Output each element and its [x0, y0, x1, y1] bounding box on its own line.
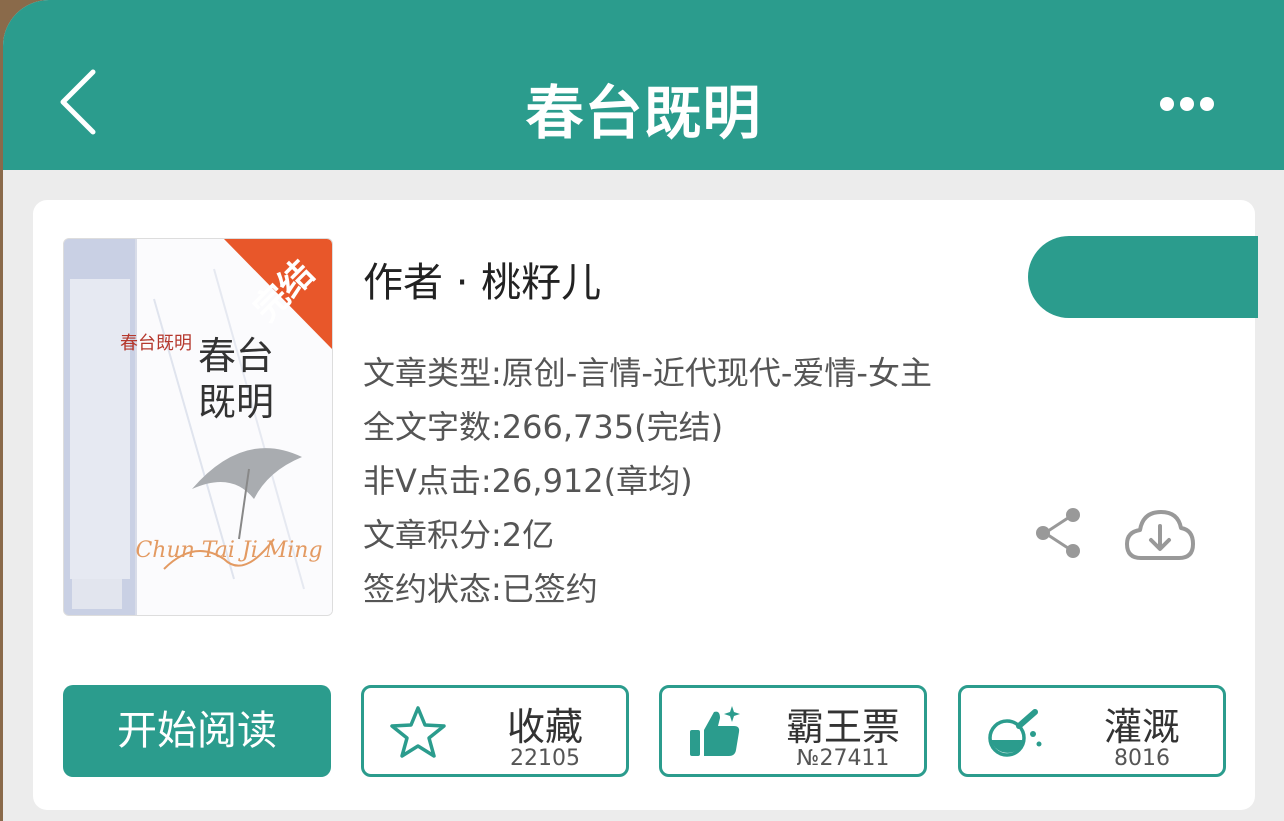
- more-dots-icon: [1160, 97, 1214, 111]
- nav-bar: 春台既明: [3, 0, 1284, 170]
- flask-icon: [988, 709, 1042, 757]
- nutrient-button[interactable]: 灌溉 8016: [958, 685, 1226, 777]
- info-score: 文章积分:2亿: [363, 516, 555, 554]
- author-name[interactable]: 作者 · 桃籽儿: [363, 250, 601, 308]
- star-icon: [390, 706, 446, 758]
- cloud-download-icon: [1125, 510, 1195, 560]
- cover-title-line1: 春台: [198, 334, 274, 378]
- book-info: 文章类型:原创-言情-近代现代-爱情-女主 全文字数:266,735(完结) 非…: [363, 346, 932, 616]
- cover-spine-title: 春台既明: [120, 333, 192, 354]
- favorite-label: 收藏: [506, 705, 583, 749]
- favorite-button[interactable]: 收藏 22105: [361, 685, 629, 777]
- info-type: 文章类型:原创-言情-近代现代-爱情-女主: [363, 354, 932, 392]
- cover-script-title: Chun Tai Ji Ming: [135, 538, 322, 563]
- share-button[interactable]: [1033, 506, 1083, 560]
- vote-count: №27411: [796, 746, 890, 771]
- nutrient-label: 灌溉: [1103, 705, 1180, 749]
- info-word-count: 全文字数:266,735(完结): [363, 408, 724, 446]
- book-card: 春台既明 完结 春台 既明 Chun Tai Ji Ming 作者 · 桃籽儿 …: [33, 200, 1258, 810]
- book-cover[interactable]: 春台既明 完结 春台 既明 Chun Tai Ji Ming: [63, 238, 333, 616]
- download-button[interactable]: [1123, 506, 1197, 564]
- info-sign-status: 签约状态:已签约: [363, 570, 598, 608]
- more-button[interactable]: [1153, 84, 1223, 124]
- thumbs-up-icon: [690, 706, 740, 756]
- info-clicks: 非Ⅴ点击:26,912(章均): [363, 462, 693, 500]
- vote-button[interactable]: 霸王票 №27411: [659, 685, 927, 777]
- favorite-count: 22105: [510, 746, 580, 771]
- app-screen: 春台既明 春台既明 完结 春台 既明 Chun Tai Ji Ming 作者 ·…: [3, 0, 1284, 821]
- page-title: 春台既明: [525, 79, 762, 147]
- start-reading-button[interactable]: 开始阅读: [63, 685, 331, 777]
- share-icon: [1036, 508, 1080, 558]
- vote-label: 霸王票: [785, 705, 900, 749]
- cover-title-line2: 既明: [198, 380, 274, 424]
- cover-art: 春台既明 完结 春台 既明 Chun Tai Ji Ming: [64, 239, 332, 615]
- nutrient-count: 8016: [1114, 746, 1170, 771]
- tag-pill[interactable]: [1028, 236, 1258, 318]
